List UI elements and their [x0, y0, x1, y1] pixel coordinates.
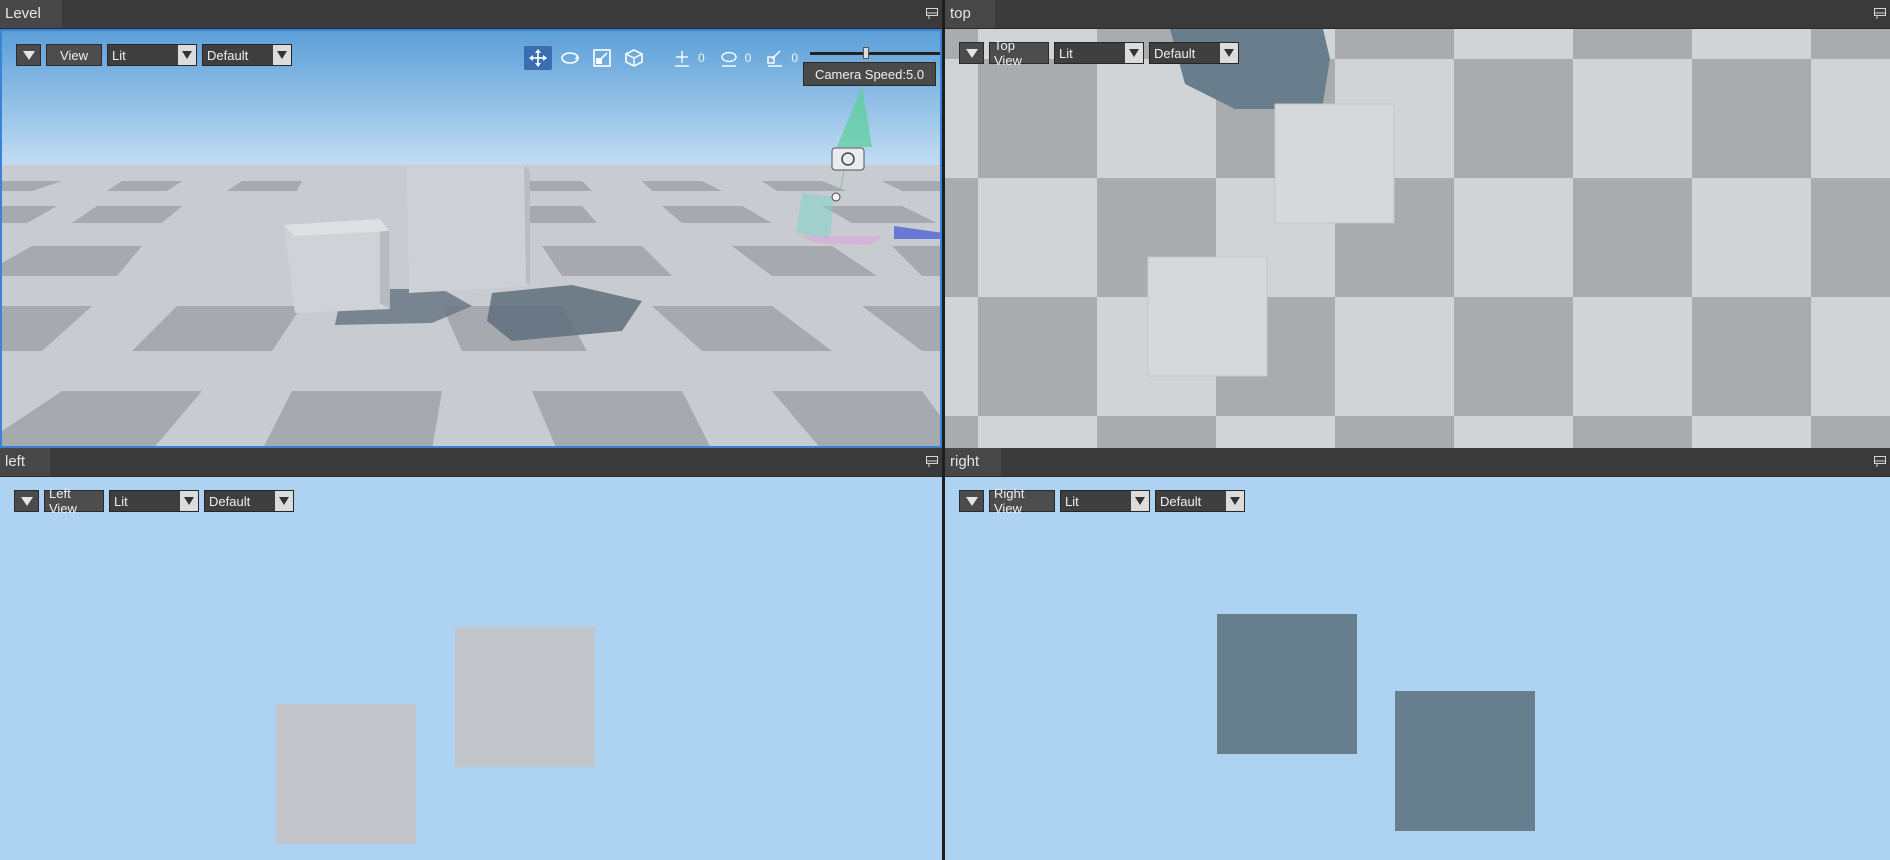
chevron-down-icon — [1125, 43, 1143, 63]
camera-speed-slider-handle[interactable] — [863, 47, 870, 59]
preset-select[interactable]: Default — [1149, 42, 1239, 64]
right-tabbar: right — [945, 448, 1890, 477]
chevron-down-icon — [273, 45, 291, 65]
left-viewport[interactable]: Left View Lit Default — [0, 477, 942, 860]
scale-snap-button[interactable] — [761, 46, 789, 70]
right-tab[interactable]: right — [945, 448, 1001, 476]
preset-select-value: Default — [1154, 45, 1196, 61]
chevron-down-icon — [1220, 43, 1238, 63]
top-scene — [945, 29, 1890, 448]
preset-select[interactable]: Default — [204, 490, 294, 512]
scale-icon — [593, 49, 611, 67]
view-mode-button[interactable]: Top View — [989, 38, 1049, 68]
preset-select[interactable]: Default — [1155, 490, 1245, 512]
move-snap-icon — [675, 51, 689, 67]
scale-snap-value: 0 — [791, 51, 799, 65]
translate-snap-value: 0 — [698, 51, 705, 65]
rotate-snap-value: 0 — [744, 51, 752, 65]
pin-icon[interactable] — [926, 456, 938, 467]
chevron-down-icon — [178, 45, 196, 65]
level-tabbar: Level — [0, 0, 942, 29]
top-pane: top Top View Lit Default — [945, 0, 1890, 448]
lit-select-value: Lit — [114, 493, 128, 509]
top-toolbar: Top View Lit Default — [959, 38, 1239, 68]
level-pane: Level View Lit Default 0 0 0 Camera Spee… — [0, 0, 942, 448]
left-pane: left Left View Lit Default — [0, 448, 942, 860]
box-side[interactable] — [1217, 614, 1357, 754]
right-viewport[interactable]: Right View Lit Default — [945, 477, 1890, 860]
scale-snap-icon — [767, 50, 783, 67]
perspective-scene — [2, 31, 940, 446]
top-viewport[interactable]: Top View Lit Default — [945, 29, 1890, 448]
pin-icon[interactable] — [1874, 8, 1886, 19]
left-toolbar: Left View Lit Default — [14, 486, 294, 516]
transform-toolbar: 0 0 0 — [524, 46, 804, 70]
right-toolbar: Right View Lit Default — [959, 486, 1245, 516]
viewport-menu-button[interactable] — [16, 44, 41, 66]
box-top[interactable] — [1274, 103, 1395, 224]
left-tab[interactable]: left — [0, 448, 50, 476]
world-space-button[interactable] — [620, 46, 648, 70]
lit-select-value: Lit — [1059, 45, 1073, 61]
level-tab[interactable]: Level — [0, 0, 62, 28]
chevron-down-icon — [1226, 491, 1244, 511]
move-tool-button[interactable] — [524, 46, 552, 70]
triangle-down-icon — [965, 48, 978, 58]
chevron-down-icon — [275, 491, 293, 511]
top-tab[interactable]: top — [945, 0, 995, 28]
rotate-snap-icon — [720, 51, 737, 67]
viewport-menu-button[interactable] — [959, 490, 984, 512]
box-side[interactable] — [276, 704, 416, 844]
lit-select-value: Lit — [1065, 493, 1079, 509]
cube-left[interactable] — [284, 219, 390, 313]
preset-select-value: Default — [209, 493, 251, 509]
chevron-down-icon — [180, 491, 198, 511]
scale-tool-button[interactable] — [588, 46, 616, 70]
rotate-snap-button[interactable] — [715, 46, 743, 70]
triangle-down-icon — [20, 496, 33, 506]
rotate-icon — [561, 52, 579, 64]
lit-select[interactable]: Lit — [1060, 490, 1150, 512]
top-tabbar: top — [945, 0, 1890, 29]
preset-select[interactable]: Default — [202, 44, 292, 66]
left-tabbar: left — [0, 448, 942, 477]
cube-icon — [625, 49, 643, 67]
lit-select[interactable]: Lit — [1054, 42, 1144, 64]
lit-select[interactable]: Lit — [107, 44, 197, 66]
chevron-down-icon — [1131, 491, 1149, 511]
viewport-menu-button[interactable] — [14, 490, 39, 512]
camera-speed-slider[interactable] — [810, 47, 940, 59]
viewport-menu-button[interactable] — [959, 42, 984, 64]
translate-snap-button[interactable] — [668, 46, 696, 70]
view-mode-button[interactable]: View — [46, 44, 102, 66]
right-pane: right Right View Lit Default — [945, 448, 1890, 860]
pin-icon[interactable] — [926, 8, 938, 19]
perspective-viewport[interactable]: View Lit Default 0 0 0 Camera Speed:5.0 — [0, 29, 942, 448]
preset-select-value: Default — [207, 47, 249, 63]
triangle-down-icon — [965, 496, 978, 506]
view-mode-button[interactable]: Left View — [44, 486, 104, 516]
preset-select-value: Default — [1160, 493, 1202, 509]
lit-select-value: Lit — [112, 47, 126, 63]
triangle-down-icon — [22, 50, 35, 60]
pin-icon[interactable] — [1874, 456, 1886, 467]
camera-speed-label: Camera Speed:5.0 — [803, 62, 936, 86]
move-arrows-icon — [529, 49, 547, 67]
rotate-tool-button[interactable] — [556, 46, 584, 70]
perspective-toolbar: View Lit Default — [16, 43, 292, 67]
cube-right[interactable] — [407, 166, 530, 293]
lit-select[interactable]: Lit — [109, 490, 199, 512]
box-top[interactable] — [1147, 256, 1268, 377]
box-side[interactable] — [1395, 691, 1535, 831]
box-side[interactable] — [455, 627, 595, 767]
view-mode-button[interactable]: Right View — [989, 486, 1055, 516]
